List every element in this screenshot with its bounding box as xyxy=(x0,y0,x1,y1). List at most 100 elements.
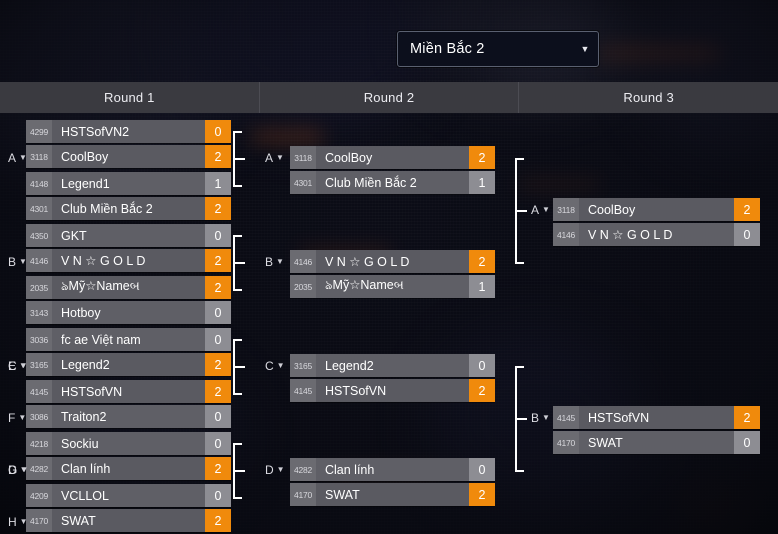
group-tag-label: F xyxy=(8,411,16,425)
team-name: CoolBoy xyxy=(52,145,205,168)
seed: 4301 xyxy=(290,171,316,194)
match-row[interactable]: 4170 SWAT 0 xyxy=(553,431,760,454)
match-row[interactable]: 4209 VCLLOL 0 xyxy=(26,484,231,507)
score: 2 xyxy=(469,146,495,169)
group-tag-r2-d[interactable]: D ▼ xyxy=(265,463,285,477)
match-r2-c: 3165 Legend2 0 4145 HSTSofVN 2 xyxy=(290,354,495,402)
connector-r2-a-out xyxy=(515,210,527,212)
match-row[interactable]: 3118 CoolBoy 2 xyxy=(290,146,495,169)
team-name: VCLLOL xyxy=(52,484,205,507)
match-row[interactable]: 4299 HSTSofVN2 0 xyxy=(26,120,231,143)
score: 2 xyxy=(205,380,231,403)
team-name: HSTSofVN2 xyxy=(52,120,205,143)
match-row[interactable]: 4145 HSTSofVN 2 xyxy=(553,406,760,429)
match-row[interactable]: 3143 Hotboy 0 xyxy=(26,301,231,324)
group-tag-r1-h[interactable]: H ▼ xyxy=(8,515,28,529)
match-row[interactable]: 4282 Clan lính 2 xyxy=(26,457,231,480)
match-row[interactable]: 4301 Club Miền Bắc 2 2 xyxy=(26,197,231,220)
chevron-down-icon: ▼ xyxy=(276,153,284,162)
team-name: GKT xyxy=(52,224,205,247)
group-tag-r2-b[interactable]: B ▼ xyxy=(265,255,284,269)
match-row[interactable]: 4146 V N ☆ G O L D 2 xyxy=(290,250,495,273)
group-tag-label: B xyxy=(8,255,17,269)
group-tag-r1-e2[interactable]: E ▼ xyxy=(8,359,27,373)
connector-r2-a-bot xyxy=(515,262,524,264)
score: 2 xyxy=(469,483,495,506)
connector-r2-b-out xyxy=(515,418,527,420)
region-select[interactable]: Miền Bắc 2 ▼ xyxy=(397,31,599,67)
seed: 4148 xyxy=(26,172,52,195)
seed: 4146 xyxy=(26,249,52,272)
match-row[interactable]: 3118 CoolBoy 2 xyxy=(26,145,231,168)
score: 0 xyxy=(205,120,231,143)
score: 2 xyxy=(734,406,760,429)
chevron-down-icon: ▼ xyxy=(580,43,590,54)
score: 2 xyxy=(205,276,231,299)
team-name: SWAT xyxy=(316,483,469,506)
match-row[interactable]: 2035 ঌMỹ☆Nameબ 1 xyxy=(290,275,495,298)
match-row[interactable]: 4145 HSTSofVN 2 xyxy=(290,379,495,402)
group-tag-label: G xyxy=(8,463,18,477)
match-row[interactable]: 4148 Legend1 1 xyxy=(26,172,231,195)
connector-r1-b-bot xyxy=(233,289,242,291)
team-name: ঌMỹ☆Nameબ xyxy=(316,275,469,298)
group-tag-r2-a[interactable]: A ▼ xyxy=(265,151,284,165)
team-name: V N ☆ G O L D xyxy=(316,250,469,273)
match-row[interactable]: 3165 Legend2 0 xyxy=(290,354,495,377)
team-name: CoolBoy xyxy=(579,198,734,221)
match-row[interactable]: 2035 ঌMỹ☆Nameબ 2 xyxy=(26,276,231,299)
group-tag-label: A xyxy=(265,151,274,165)
score: 2 xyxy=(205,457,231,480)
match-row[interactable]: 3165 Legend2 2 xyxy=(26,353,231,376)
match-row[interactable]: 3036 fc ae Việt nam 0 xyxy=(26,328,231,351)
match-row[interactable]: 4146 V N ☆ G O L D 0 xyxy=(553,223,760,246)
match-row[interactable]: 4170 SWAT 2 xyxy=(290,483,495,506)
match-row[interactable]: 4282 Clan lính 0 xyxy=(290,458,495,481)
group-tag-r1-b[interactable]: B ▼ xyxy=(8,255,27,269)
score: 0 xyxy=(205,484,231,507)
match-r1-a: 4299 HSTSofVN2 0 3118 CoolBoy 2 xyxy=(26,120,231,168)
group-tag-r1-a[interactable]: A ▼ xyxy=(8,151,27,165)
team-name: HSTSofVN xyxy=(52,380,205,403)
chevron-down-icon: ▼ xyxy=(19,361,27,370)
match-row[interactable]: 4146 V N ☆ G O L D 2 xyxy=(26,249,231,272)
match-row[interactable]: 4301 Club Miền Bắc 2 1 xyxy=(290,171,495,194)
match-row[interactable]: 4145 HSTSofVN 2 xyxy=(26,380,231,403)
seed: 3086 xyxy=(26,405,52,428)
match-r1-b: 4148 Legend1 1 4301 Club Miền Bắc 2 2 xyxy=(26,172,231,220)
match-row[interactable]: 3118 CoolBoy 2 xyxy=(553,198,760,221)
team-name: Legend1 xyxy=(52,172,205,195)
team-name: Club Miền Bắc 2 xyxy=(316,171,469,194)
match-r2-a: 3118 CoolBoy 2 4301 Club Miền Bắc 2 1 xyxy=(290,146,495,194)
round-header-3: Round 3 xyxy=(623,90,674,105)
match-row[interactable]: 3086 Traiton2 0 xyxy=(26,405,231,428)
connector-r1-a-top xyxy=(233,131,242,133)
group-tag-r3-b[interactable]: B ▼ xyxy=(531,411,550,425)
chevron-down-icon: ▼ xyxy=(18,413,27,422)
seed: 4301 xyxy=(26,197,52,220)
score: 0 xyxy=(205,224,231,247)
group-tag-r1-f[interactable]: F ▼ xyxy=(8,411,26,425)
seed: 4350 xyxy=(26,224,52,247)
group-tag-r2-c[interactable]: C ▼ xyxy=(265,359,285,373)
seed: 4146 xyxy=(553,223,579,246)
connector-r1-d-top xyxy=(233,443,242,445)
seed: 4209 xyxy=(26,484,52,507)
group-tag-r1-g[interactable]: G ▼ xyxy=(8,463,28,477)
team-name: Clan lính xyxy=(52,457,205,480)
round-header-bar: Round 1 Round 2 Round 3 xyxy=(0,82,778,113)
seed: 3118 xyxy=(26,145,52,168)
match-row[interactable]: 4170 SWAT 2 xyxy=(26,509,231,532)
chevron-down-icon: ▼ xyxy=(20,465,29,474)
match-r1-d: 2035 ঌMỹ☆Nameબ 2 3143 Hotboy 0 xyxy=(26,276,231,324)
match-row[interactable]: 4218 Sockiu 0 xyxy=(26,432,231,455)
connector-r1-b-top xyxy=(233,235,242,237)
team-name: SWAT xyxy=(52,509,205,532)
score: 2 xyxy=(734,198,760,221)
group-tag-r3-a[interactable]: A ▼ xyxy=(531,203,550,217)
score: 2 xyxy=(205,353,231,376)
match-r1-g: 4218 Sockiu 0 4282 Clan lính 2 xyxy=(26,432,231,480)
connector-r1-d-out xyxy=(233,470,245,472)
group-tag-label: D xyxy=(265,463,274,477)
match-row[interactable]: 4350 GKT 0 xyxy=(26,224,231,247)
